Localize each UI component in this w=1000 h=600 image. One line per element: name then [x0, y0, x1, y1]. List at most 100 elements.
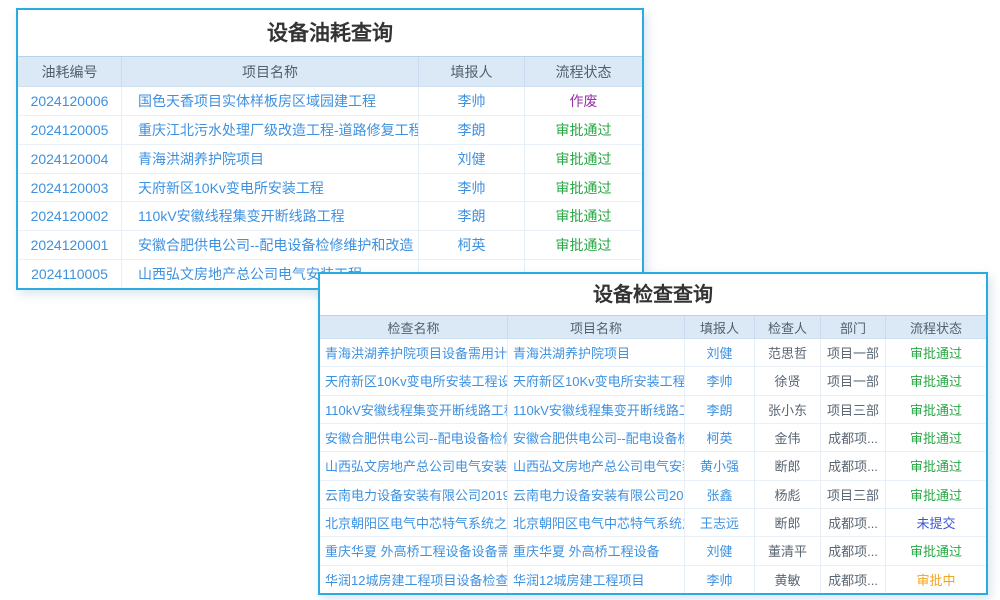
project-name-cell: 重庆江北污水处理厂级改造工程-道路修复工程 — [122, 116, 419, 144]
check-name-cell: 山西弘文房地产总公司电气安装工程设备 — [320, 452, 508, 479]
column-header-project: 项目名称 — [508, 316, 685, 338]
fuel-id-cell: 2024120003 — [18, 174, 122, 202]
check-name-cell: 110kV安徽线程集变开断线路工程设备需用计划 — [320, 396, 508, 423]
fuel-table-row[interactable]: 2024120005 重庆江北污水处理厂级改造工程-道路修复工程 李朗 审批通过 — [18, 116, 642, 145]
fuel-id-cell: 2024120001 — [18, 231, 122, 259]
column-header-check-name: 检查名称 — [320, 316, 508, 338]
project-name-cell: 山西弘文房地产总公司电气安装工程 — [508, 452, 685, 479]
project-name-cell: 安徽合肥供电公司--配电设备检修维护和改造 — [122, 231, 419, 259]
status-badge: 审批通过 — [886, 424, 986, 451]
status-badge: 审批通过 — [525, 202, 642, 230]
fuel-table-row[interactable]: 2024120001 安徽合肥供电公司--配电设备检修维护和改造 柯英 审批通过 — [18, 231, 642, 260]
column-header-status: 流程状态 — [886, 316, 986, 338]
status-badge: 审批通过 — [886, 339, 986, 366]
fuel-id-cell: 2024120002 — [18, 202, 122, 230]
filler-cell: 刘健 — [685, 537, 755, 564]
filler-cell: 王志远 — [685, 509, 755, 536]
dept-cell: 项目三部 — [821, 396, 886, 423]
filler-cell: 刘健 — [685, 339, 755, 366]
fuel-table-row[interactable]: 2024120004 青海洪湖养护院项目 刘健 审批通过 — [18, 145, 642, 174]
status-badge: 审批通过 — [886, 367, 986, 394]
project-name-cell: 110kV安徽线程集变开断线路工程 — [122, 202, 419, 230]
project-name-cell: 重庆华夏 外高桥工程设备 — [508, 537, 685, 564]
fuel-table-row[interactable]: 2024120003 天府新区10Kv变电所安装工程 李帅 审批通过 — [18, 174, 642, 203]
column-header-project: 项目名称 — [122, 57, 419, 86]
inspection-table-row[interactable]: 云南电力设备安装有限公司2019--2020 云南电力设备安装有限公司2019 … — [320, 481, 986, 509]
fuel-id-cell: 2024120006 — [18, 87, 122, 115]
status-badge: 审批通过 — [886, 452, 986, 479]
dept-cell: 成都项... — [821, 452, 886, 479]
status-badge: 审批通过 — [525, 174, 642, 202]
status-badge: 审批通过 — [886, 537, 986, 564]
column-header-filler: 填报人 — [685, 316, 755, 338]
fuel-table-row[interactable]: 2024120006 国色天香项目实体样板房区域园建工程 李帅 作废 — [18, 87, 642, 116]
project-name-cell: 天府新区10Kv变电所安装工程 — [508, 367, 685, 394]
inspector-cell: 徐贤 — [755, 367, 821, 394]
inspection-table-row[interactable]: 安徽合肥供电公司--配电设备检修维护和改造 安徽合肥供电公司--配电设备检修维护… — [320, 424, 986, 452]
check-name-cell: 重庆华夏 外高桥工程设备设备需用计划 — [320, 537, 508, 564]
inspection-table-row[interactable]: 北京朝阳区电气中芯特气系统之GIS设备 北京朝阳区电气中芯特气系统之 王志远 断… — [320, 509, 986, 537]
project-name-cell: 北京朝阳区电气中芯特气系统之 — [508, 509, 685, 536]
check-name-cell: 青海洪湖养护院项目设备需用计划 — [320, 339, 508, 366]
column-header-status: 流程状态 — [525, 57, 642, 86]
inspector-cell: 杨彪 — [755, 481, 821, 508]
fuel-id-cell: 2024110005 — [18, 260, 122, 288]
inspector-cell: 范思哲 — [755, 339, 821, 366]
inspector-cell: 断郎 — [755, 509, 821, 536]
dept-cell: 项目一部 — [821, 367, 886, 394]
inspection-table-row[interactable]: 重庆华夏 外高桥工程设备设备需用计划 重庆华夏 外高桥工程设备 刘健 董清平 成… — [320, 537, 986, 565]
dept-cell: 成都项... — [821, 509, 886, 536]
check-name-cell: 北京朝阳区电气中芯特气系统之GIS设备 — [320, 509, 508, 536]
status-badge: 审批中 — [886, 566, 986, 593]
project-name-cell: 天府新区10Kv变电所安装工程 — [122, 174, 419, 202]
filler-cell: 李朗 — [419, 202, 525, 230]
check-name-cell: 安徽合肥供电公司--配电设备检修维护和改造 — [320, 424, 508, 451]
filler-cell: 柯英 — [419, 231, 525, 259]
status-badge: 作废 — [525, 87, 642, 115]
dept-cell: 成都项... — [821, 424, 886, 451]
column-header-inspector: 检查人 — [755, 316, 821, 338]
filler-cell: 张鑫 — [685, 481, 755, 508]
inspection-table-row[interactable]: 110kV安徽线程集变开断线路工程设备需用计划 110kV安徽线程集变开断线路工… — [320, 396, 986, 424]
column-header-filler: 填报人 — [419, 57, 525, 86]
fuel-table-body: 2024120006 国色天香项目实体样板房区域园建工程 李帅 作废 20241… — [18, 87, 642, 288]
status-badge: 审批通过 — [886, 481, 986, 508]
filler-cell: 黄小强 — [685, 452, 755, 479]
project-name-cell: 国色天香项目实体样板房区域园建工程 — [122, 87, 419, 115]
filler-cell: 李帅 — [685, 367, 755, 394]
dept-cell: 项目三部 — [821, 481, 886, 508]
project-name-cell: 青海洪湖养护院项目 — [122, 145, 419, 173]
dept-cell: 成都项... — [821, 566, 886, 593]
inspector-cell: 断郎 — [755, 452, 821, 479]
fuel-table-header: 油耗编号 项目名称 填报人 流程状态 — [18, 56, 642, 87]
status-badge: 审批通过 — [525, 145, 642, 173]
dept-cell: 项目一部 — [821, 339, 886, 366]
inspector-cell: 张小东 — [755, 396, 821, 423]
inspector-cell: 黄敏 — [755, 566, 821, 593]
check-name-cell: 云南电力设备安装有限公司2019--2020 — [320, 481, 508, 508]
filler-cell: 刘健 — [419, 145, 525, 173]
page-title: 设备油耗查询 — [18, 10, 642, 56]
dept-cell: 成都项... — [821, 537, 886, 564]
status-badge: 审批通过 — [886, 396, 986, 423]
inspection-table-row[interactable]: 华润12城房建工程项目设备检查2 华润12城房建工程项目 李帅 黄敏 成都项..… — [320, 566, 986, 593]
page-title: 设备检查查询 — [320, 274, 986, 315]
status-badge: 审批通过 — [525, 116, 642, 144]
inspector-cell: 金伟 — [755, 424, 821, 451]
fuel-table-row[interactable]: 2024120002 110kV安徽线程集变开断线路工程 李朗 审批通过 — [18, 202, 642, 231]
inspection-table-body: 青海洪湖养护院项目设备需用计划 青海洪湖养护院项目 刘健 范思哲 项目一部 审批… — [320, 339, 986, 593]
filler-cell: 李帅 — [419, 174, 525, 202]
project-name-cell: 安徽合肥供电公司--配电设备检修维护 — [508, 424, 685, 451]
inspection-table-row[interactable]: 青海洪湖养护院项目设备需用计划 青海洪湖养护院项目 刘健 范思哲 项目一部 审批… — [320, 339, 986, 367]
inspection-table-row[interactable]: 天府新区10Kv变电所安装工程设备需用计划 天府新区10Kv变电所安装工程 李帅… — [320, 367, 986, 395]
filler-cell: 李朗 — [419, 116, 525, 144]
project-name-cell: 110kV安徽线程集变开断线路工程 — [508, 396, 685, 423]
fuel-id-cell: 2024120004 — [18, 145, 122, 173]
check-name-cell: 华润12城房建工程项目设备检查2 — [320, 566, 508, 593]
status-badge: 未提交 — [886, 509, 986, 536]
column-header-dept: 部门 — [821, 316, 886, 338]
inspection-query-panel: 设备检查查询 检查名称 项目名称 填报人 检查人 部门 流程状态 青海洪湖养护院… — [318, 272, 988, 595]
project-name-cell: 云南电力设备安装有限公司2019 — [508, 481, 685, 508]
inspection-table-row[interactable]: 山西弘文房地产总公司电气安装工程设备 山西弘文房地产总公司电气安装工程 黄小强 … — [320, 452, 986, 480]
inspector-cell: 董清平 — [755, 537, 821, 564]
